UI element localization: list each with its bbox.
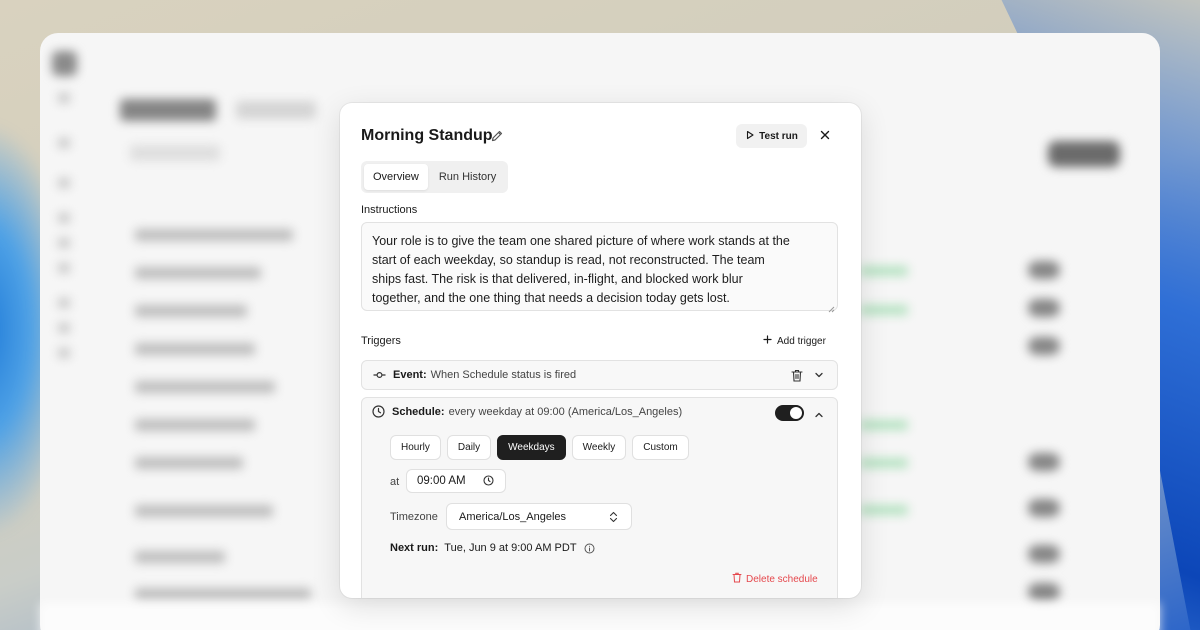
at-label: at	[390, 476, 400, 488]
schedule-label: Schedule:	[392, 406, 445, 418]
instructions-textarea[interactable]: Your role is to give the team one shared…	[361, 222, 838, 313]
app-logo	[52, 51, 77, 76]
add-trigger-label: Add trigger	[777, 335, 826, 347]
instructions-text: Your role is to give the team one shared…	[372, 234, 790, 305]
test-run-button[interactable]: Test run	[736, 124, 807, 148]
next-run-info: Next run: Tue, Jun 9 at 9:00 AM PDT	[390, 542, 595, 554]
time-value: 09:00 AM	[417, 475, 466, 487]
delete-schedule-button[interactable]: Delete schedule	[732, 572, 818, 586]
trash-icon-red	[732, 572, 742, 586]
add-trigger-button[interactable]: Add trigger	[763, 335, 826, 347]
tab-overview[interactable]: Overview	[364, 164, 428, 190]
frequency-daily-button[interactable]: Daily	[446, 435, 492, 460]
test-run-label: Test run	[759, 130, 798, 142]
plus-icon	[763, 335, 772, 347]
chevron-up-down-icon	[609, 511, 619, 523]
trash-icon[interactable]	[791, 369, 805, 383]
delete-schedule-label: Delete schedule	[746, 573, 818, 585]
triggers-label: Triggers	[361, 335, 401, 347]
routine-modal: Morning Standup Test run Overview Run Hi…	[340, 103, 861, 598]
app-footer	[40, 603, 1160, 630]
next-run-value: Tue, Jun 9 at 9:00 AM PDT	[444, 542, 577, 554]
event-label: Event:	[393, 369, 427, 381]
time-input[interactable]: 09:00 AM	[406, 469, 506, 493]
tab-run-history[interactable]: Run History	[430, 164, 505, 190]
tab-bar: Overview Run History	[361, 161, 509, 193]
event-description: When Schedule status is fired	[430, 369, 577, 381]
frequency-custom-button[interactable]: Custom	[632, 435, 689, 460]
app-sidebar	[40, 33, 90, 630]
trigger-event-row[interactable]: Event: When Schedule status is fired	[361, 360, 838, 390]
schedule-enabled-toggle[interactable]	[775, 405, 804, 421]
timezone-value: America/Los_Angeles	[459, 510, 567, 523]
pencil-icon[interactable]	[490, 129, 504, 143]
schedule-header[interactable]: Schedule: every weekday at 09:00 (Americ…	[372, 405, 682, 419]
clock-icon	[372, 405, 386, 419]
frequency-hourly-button[interactable]: Hourly	[390, 435, 441, 460]
frequency-weekly-button[interactable]: Weekly	[571, 435, 627, 460]
instructions-label: Instructions	[361, 204, 418, 216]
modal-title: Morning Standup	[361, 127, 493, 144]
close-button[interactable]	[817, 128, 833, 144]
next-run-label: Next run:	[390, 542, 439, 554]
trigger-schedule-panel: Schedule: every weekday at 09:00 (Americ…	[361, 397, 838, 598]
chevron-down-icon[interactable]	[814, 370, 826, 382]
time-clock-icon	[483, 475, 495, 487]
schedule-description: every weekday at 09:00 (America/Los_Ange…	[448, 406, 683, 418]
frequency-weekdays-button[interactable]: Weekdays	[497, 435, 566, 460]
timezone-select[interactable]: America/Los_Angeles	[446, 503, 632, 530]
close-icon	[820, 127, 830, 145]
info-icon[interactable]	[584, 543, 595, 554]
event-commit-icon	[372, 368, 386, 382]
frequency-options: Hourly Daily Weekdays Weekly Custom	[390, 435, 689, 460]
resize-grip-icon[interactable]	[827, 300, 835, 313]
play-icon	[745, 130, 755, 143]
chevron-up-icon[interactable]	[814, 407, 826, 419]
timezone-label: Timezone	[390, 511, 438, 523]
